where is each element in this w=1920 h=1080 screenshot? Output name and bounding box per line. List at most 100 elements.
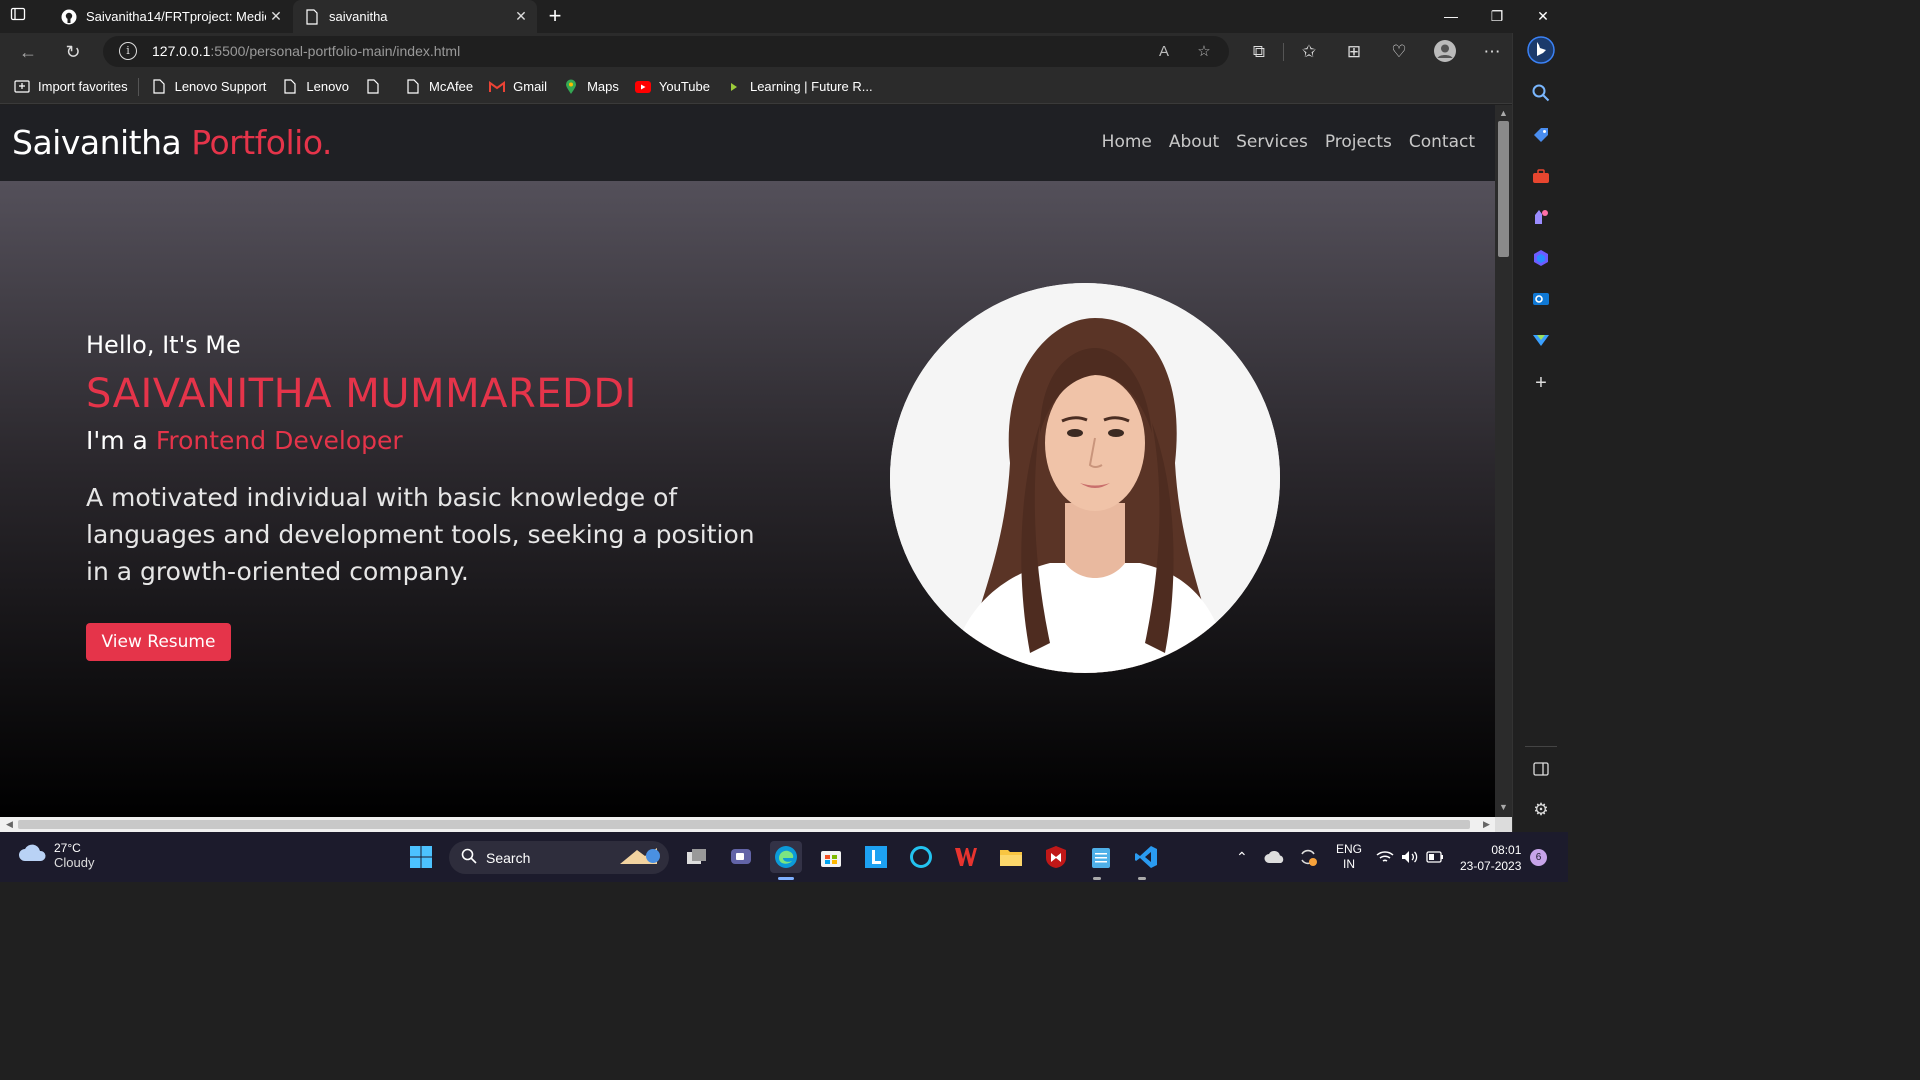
read-aloud-icon[interactable]: A [1153, 41, 1175, 63]
page-icon [303, 8, 321, 26]
games-icon[interactable] [1527, 203, 1555, 231]
extensions-icon[interactable]: ⧉ [1246, 39, 1272, 65]
minimize-button[interactable]: — [1428, 0, 1474, 33]
hero-greeting: Hello, It's Me [86, 331, 241, 359]
edge-sidebar: + ⚙ [1512, 33, 1568, 832]
favorites-icon[interactable]: ✩ [1296, 39, 1322, 65]
new-tab-button[interactable]: + [543, 4, 567, 28]
bookmark-lenovo[interactable]: Lenovo [282, 79, 349, 95]
notepad-icon[interactable] [1085, 841, 1117, 873]
show-hidden-icons[interactable]: ⌃ [1236, 832, 1248, 882]
bookmark-youtube[interactable]: YouTube [634, 79, 710, 95]
bookmark-learning[interactable]: Learning | Future R... [726, 79, 873, 95]
close-tab-icon[interactable]: ✕ [511, 8, 531, 25]
sidebar-divider [1525, 746, 1557, 747]
close-tab-icon[interactable]: ✕ [266, 8, 286, 25]
tab-strip: Saivanitha14/FRTproject: Medical ✕ saiva… [0, 0, 1568, 33]
scroll-thumb[interactable] [18, 820, 1470, 829]
scroll-up-icon[interactable]: ▲ [1495, 108, 1512, 118]
scroll-down-icon[interactable]: ▼ [1495, 802, 1512, 812]
nav-about[interactable]: About [1169, 132, 1219, 152]
vscode-icon[interactable] [1130, 841, 1162, 873]
sidebar-settings-icon[interactable]: ⚙ [1527, 796, 1555, 824]
bookmark-import-favorites[interactable]: Import favorites [14, 79, 128, 95]
bookmark-untitled[interactable] [365, 79, 389, 95]
notification-badge[interactable]: 6 [1530, 849, 1547, 866]
profile-avatar-icon[interactable] [1432, 39, 1458, 65]
hide-sidebar-icon[interactable] [1527, 755, 1555, 783]
search-highlight-icon [617, 844, 663, 871]
page-icon [151, 79, 167, 95]
add-sidebar-app-icon[interactable]: + [1527, 369, 1555, 397]
tab-actions-icon[interactable] [10, 6, 32, 28]
taskbar-search[interactable]: Search [449, 841, 669, 874]
search-icon[interactable] [1527, 79, 1555, 107]
bookmark-lenovo-support[interactable]: Lenovo Support [151, 79, 266, 95]
maps-icon [563, 79, 579, 95]
microsoft-365-icon[interactable] [1527, 244, 1555, 272]
task-view-icon[interactable] [681, 841, 713, 873]
refresh-icon[interactable]: ↻ [61, 40, 85, 64]
tab-github[interactable]: Saivanitha14/FRTproject: Medical ✕ [50, 0, 292, 33]
nav-home[interactable]: Home [1102, 132, 1152, 152]
file-explorer-icon[interactable] [995, 841, 1027, 873]
outlook-icon[interactable] [1527, 285, 1555, 313]
weather-widget[interactable]: 27°C Cloudy [18, 841, 94, 870]
more-menu-icon[interactable]: ⋯ [1479, 39, 1505, 65]
toolbar-divider [1283, 43, 1284, 61]
vertical-scrollbar[interactable]: ▲ ▼ [1495, 105, 1512, 817]
language-indicator[interactable]: ENG IN [1336, 832, 1362, 882]
lenovo-vantage-icon[interactable] [860, 841, 892, 873]
drop-icon[interactable] [1527, 326, 1555, 354]
address-bar[interactable]: i 127.0.0.1:5500/personal-portfolio-main… [103, 36, 1229, 67]
onedrive-cloud-icon[interactable] [1264, 832, 1286, 882]
scroll-left-icon[interactable]: ◀ [2, 817, 17, 832]
info-icon[interactable]: i [119, 42, 137, 60]
url-text[interactable]: 127.0.0.1:5500/personal-portfolio-main/i… [152, 43, 460, 59]
battery-icon[interactable] [1426, 832, 1444, 882]
start-icon[interactable] [405, 841, 437, 873]
browser-essentials-icon[interactable]: ♡ [1386, 39, 1412, 65]
tab-label: saivanitha [329, 9, 388, 24]
alexa-icon[interactable] [905, 841, 937, 873]
nav-services[interactable]: Services [1236, 132, 1308, 152]
back-icon[interactable]: ← [16, 40, 40, 64]
scroll-thumb[interactable] [1498, 121, 1509, 257]
page-icon [365, 79, 381, 95]
gmail-icon [489, 79, 506, 95]
restore-button[interactable]: ❐ [1474, 0, 1520, 33]
shopping-tag-icon[interactable] [1527, 121, 1555, 149]
bing-copilot-icon[interactable] [1527, 36, 1555, 64]
teams-chat-icon[interactable] [725, 841, 757, 873]
bookmark-mcafee[interactable]: McAfee [405, 79, 473, 95]
close-window-button[interactable]: ✕ [1520, 0, 1566, 33]
hero-role: I'm a Frontend Developer [86, 426, 403, 455]
bookmark-gmail[interactable]: Gmail [489, 79, 547, 95]
page-icon [405, 79, 421, 95]
weather-condition: Cloudy [54, 855, 95, 870]
bookmark-divider [137, 77, 139, 96]
tools-icon[interactable] [1527, 162, 1555, 190]
wifi-icon[interactable] [1376, 832, 1394, 882]
view-resume-button[interactable]: View Resume [86, 623, 231, 661]
nav-contact[interactable]: Contact [1409, 132, 1475, 152]
favorite-star-icon[interactable]: ☆ [1193, 41, 1215, 63]
bookmark-maps[interactable]: Maps [563, 79, 619, 95]
page-viewport: Saivanitha Portfolio. Home About Service… [0, 105, 1495, 817]
collections-icon[interactable]: ⊞ [1341, 39, 1367, 65]
horizontal-scrollbar[interactable]: ◀ ▶ [0, 817, 1495, 832]
wps-office-icon[interactable] [950, 841, 982, 873]
nav-projects[interactable]: Projects [1325, 132, 1392, 152]
scroll-right-icon[interactable]: ▶ [1479, 817, 1494, 832]
store-icon[interactable] [815, 841, 847, 873]
edge-browser-icon[interactable] [770, 841, 802, 873]
volume-icon[interactable] [1401, 832, 1419, 882]
sync-icon[interactable] [1298, 832, 1318, 882]
site-header: Saivanitha Portfolio. Home About Service… [0, 105, 1495, 181]
site-logo[interactable]: Saivanitha Portfolio. [12, 123, 332, 162]
tab-portfolio[interactable]: saivanitha ✕ [293, 0, 537, 33]
mcafee-icon[interactable] [1040, 841, 1072, 873]
page-icon [282, 79, 298, 95]
search-icon [461, 848, 477, 867]
clock[interactable]: 08:01 23-07-2023 [1460, 842, 1521, 874]
